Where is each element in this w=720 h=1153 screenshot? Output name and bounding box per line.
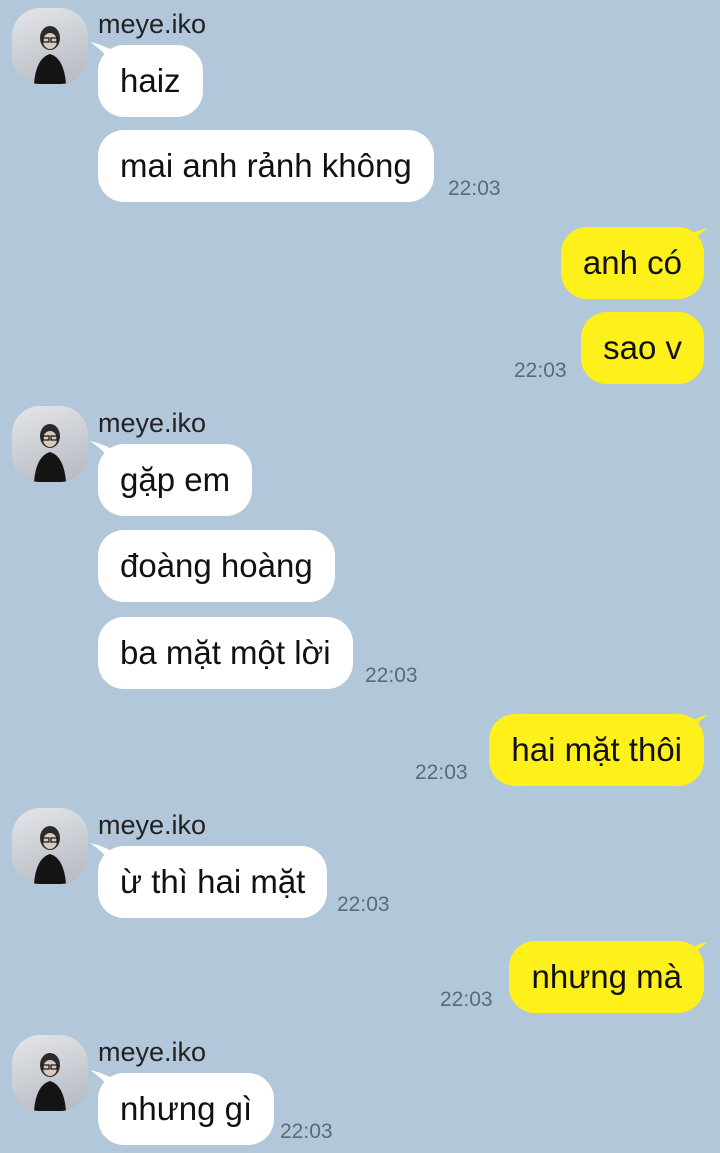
message-bubble[interactable]: ừ thì hai mặt — [98, 846, 328, 918]
message-bubble[interactable]: sao v — [581, 312, 704, 384]
message-bubble[interactable]: đoàng hoàng — [98, 530, 335, 602]
sender-name: meye.iko — [98, 9, 207, 39]
message-time: 22:03 — [337, 893, 390, 916]
message-time: 22:03 — [280, 1120, 333, 1143]
message-time: 22:03 — [514, 359, 567, 382]
message-bubble[interactable]: gặp em — [98, 444, 253, 516]
message-time: 22:03 — [415, 761, 468, 784]
message-bubble[interactable]: ba mặt một lời — [98, 617, 353, 689]
message-bubble[interactable]: nhưng mà — [509, 941, 704, 1013]
message-bubble[interactable]: mai anh rảnh không — [98, 130, 434, 202]
sender-name: meye.iko — [98, 810, 207, 840]
sender-name: meye.iko — [98, 1037, 207, 1067]
message-time: 22:03 — [440, 988, 493, 1011]
contact-avatar[interactable] — [12, 1035, 88, 1111]
message-bubble[interactable]: haiz — [98, 45, 203, 117]
message-time: 22:03 — [365, 664, 418, 687]
contact-avatar[interactable] — [12, 406, 88, 482]
contact-avatar[interactable] — [12, 808, 88, 884]
message-bubble[interactable]: hai mặt thôi — [489, 714, 704, 786]
message-bubble[interactable]: nhưng gì — [98, 1073, 275, 1145]
message-bubble[interactable]: anh có — [560, 227, 704, 299]
contact-avatar[interactable] — [12, 8, 88, 84]
message-time: 22:03 — [448, 177, 501, 200]
sender-name: meye.iko — [98, 408, 207, 438]
